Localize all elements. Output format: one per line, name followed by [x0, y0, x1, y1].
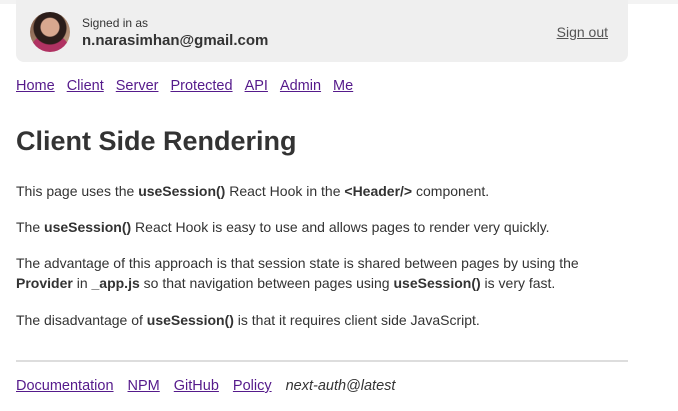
user-email: n.narasimhan@gmail.com	[82, 32, 269, 49]
code-term: Provider	[16, 275, 73, 291]
nav-client-link[interactable]: Client	[67, 78, 104, 94]
text: component.	[412, 183, 490, 199]
nav-protected-link[interactable]: Protected	[170, 78, 232, 94]
footer-policy-link[interactable]: Policy	[233, 378, 272, 394]
nav-home-link[interactable]: Home	[16, 78, 55, 94]
nav-admin-link[interactable]: Admin	[280, 78, 321, 94]
version-label: next-auth@latest	[285, 378, 396, 394]
code-term: useSession()	[393, 275, 481, 291]
footer-divider	[16, 360, 628, 362]
signed-in-bar: Signed in as n.narasimhan@gmail.com Sign…	[16, 0, 628, 62]
nav-server-link[interactable]: Server	[116, 78, 159, 94]
signed-in-label: Signed in as	[82, 16, 149, 30]
footer-github-link[interactable]: GitHub	[174, 378, 219, 394]
paragraph-2: The useSession() React Hook is easy to u…	[16, 217, 636, 237]
text: React Hook is easy to use and allows pag…	[131, 219, 550, 235]
page-title: Client Side Rendering	[16, 126, 297, 156]
text: The	[16, 219, 45, 235]
code-term: _app.js	[91, 275, 140, 291]
footer: Documentation NPM GitHub Policy next-aut…	[16, 378, 395, 394]
text: The disadvantage of	[16, 312, 147, 328]
paragraph-4: The disadvantage of useSession() is that…	[16, 310, 636, 330]
nav-api-link[interactable]: API	[245, 78, 268, 94]
text: is very fast.	[480, 275, 556, 291]
text: in	[72, 275, 92, 291]
footer-documentation-link[interactable]: Documentation	[16, 378, 114, 394]
code-term: useSession()	[44, 219, 132, 235]
text: React Hook in the	[225, 183, 345, 199]
code-term: <Header/>	[344, 183, 413, 199]
footer-npm-link[interactable]: NPM	[128, 378, 160, 394]
sign-out-link[interactable]: Sign out	[557, 24, 608, 40]
text: This page uses the	[16, 183, 139, 199]
paragraph-1: This page uses the useSession() React Ho…	[16, 181, 636, 201]
main-nav: Home Client Server Protected API Admin M…	[16, 78, 353, 94]
text: is that it requires client side JavaScri…	[233, 312, 480, 328]
text: The advantage of this approach is that s…	[16, 255, 579, 271]
nav-me-link[interactable]: Me	[333, 78, 353, 94]
avatar	[30, 12, 70, 52]
text: so that navigation between pages using	[139, 275, 394, 291]
code-term: useSession()	[146, 312, 234, 328]
paragraph-3: The advantage of this approach is that s…	[16, 253, 636, 293]
code-term: useSession()	[138, 183, 226, 199]
